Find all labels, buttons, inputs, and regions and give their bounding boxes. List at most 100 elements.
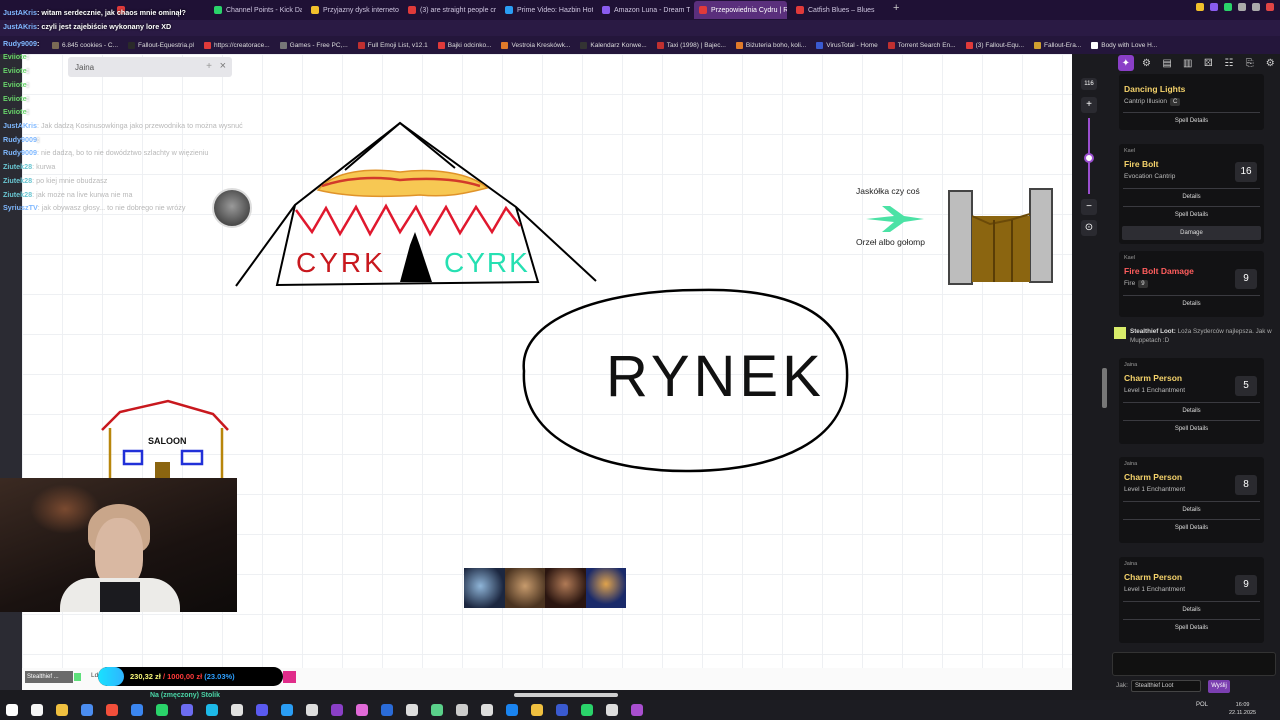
spell-card[interactable]: Jaina Charm Person Level 1 Enchantment 9 Det… xyxy=(1119,557,1264,643)
card-divider xyxy=(1123,601,1260,602)
spell-card[interactable]: Kael Fire Bolt Damage Fire 9 9 Details xyxy=(1119,251,1264,317)
app-icon[interactable] xyxy=(531,704,543,716)
app-icon[interactable] xyxy=(556,704,568,716)
language-indicator[interactable]: POL xyxy=(1196,702,1208,708)
share-icon[interactable]: ⎘ xyxy=(1242,55,1258,71)
spell-details-toggle[interactable]: Spell Details xyxy=(1119,212,1264,218)
card-divider xyxy=(1123,295,1260,296)
settings-icon[interactable]: ⚙ xyxy=(1139,55,1155,71)
chat-username[interactable]: Ziutek28 xyxy=(3,162,32,171)
jak-select[interactable]: Stealthief Loot xyxy=(1131,680,1201,692)
donation-end-cap xyxy=(283,671,296,683)
spell-details-toggle[interactable]: Spell Details xyxy=(1119,118,1264,124)
clock[interactable]: 16:09 22.11.2025 xyxy=(1229,701,1256,717)
spell-title: Fire Bolt Damage xyxy=(1124,266,1194,276)
portrait-2[interactable] xyxy=(504,568,545,608)
chat-username[interactable]: Eviiote xyxy=(3,80,27,89)
saloon-label: SALOON xyxy=(148,436,187,446)
spell-card[interactable]: Dancing Lights Cantrip Illusion C Spell Det… xyxy=(1119,74,1264,130)
chat-username[interactable]: Eviiote xyxy=(3,52,27,61)
message-input[interactable] xyxy=(1112,652,1276,676)
chat-message: Rudy9009: xyxy=(3,39,39,48)
chat-text: : czyli jest zajebiście wykonany lore XD xyxy=(36,22,172,31)
app-icon[interactable] xyxy=(131,704,143,716)
app-icon[interactable] xyxy=(481,704,493,716)
spell-card[interactable]: Jaina Charm Person Level 1 Enchantment 5 Det… xyxy=(1119,358,1264,444)
spell-details-toggle[interactable]: Spell Details xyxy=(1119,525,1264,531)
chat-username[interactable]: SyriuszTV xyxy=(3,203,38,212)
app-icon[interactable] xyxy=(606,704,618,716)
portrait-1[interactable] xyxy=(464,568,505,608)
chat-username[interactable]: Ziutek28 xyxy=(3,190,32,199)
spell-roll-value[interactable]: 9 xyxy=(1235,269,1257,289)
close-icon[interactable]: × xyxy=(220,60,226,72)
zoom-in-button[interactable]: + xyxy=(1081,97,1097,113)
damage-button[interactable]: Damage xyxy=(1122,226,1261,240)
vscode-icon[interactable] xyxy=(381,704,393,716)
player-avatar[interactable] xyxy=(212,188,252,228)
spell-roll-value[interactable]: 5 xyxy=(1235,376,1257,396)
spell-details-toggle[interactable]: Details xyxy=(1119,607,1264,613)
spell-roll-value[interactable]: 9 xyxy=(1235,575,1257,595)
canvas-search-pill[interactable]: Jaina + × xyxy=(68,57,232,77)
start-icon[interactable] xyxy=(6,704,18,716)
chat-icon[interactable]: ☷ xyxy=(1221,55,1237,71)
spell-roll-value[interactable]: 8 xyxy=(1235,475,1257,495)
search-icon[interactable] xyxy=(31,704,43,716)
portrait-3[interactable] xyxy=(545,568,586,608)
chat-username[interactable]: Eviiote xyxy=(3,66,27,75)
app-icon[interactable] xyxy=(306,704,318,716)
app-icon[interactable] xyxy=(456,704,468,716)
spell-details-toggle[interactable]: Details xyxy=(1119,194,1264,200)
app-icon[interactable] xyxy=(281,704,293,716)
add-icon[interactable]: + xyxy=(206,61,212,72)
chat-username[interactable]: JustAKris xyxy=(3,8,37,17)
discord-icon[interactable] xyxy=(181,704,193,716)
horizontal-scrollbar[interactable] xyxy=(514,693,618,697)
brave-icon[interactable] xyxy=(106,704,118,716)
sheet-icon[interactable]: ▥ xyxy=(1180,55,1196,71)
zoom-out-button[interactable]: − xyxy=(1081,199,1097,215)
app-icon[interactable] xyxy=(356,704,368,716)
file-explorer-icon[interactable] xyxy=(56,704,68,716)
spell-details-toggle[interactable]: Spell Details xyxy=(1119,426,1264,432)
app-icon[interactable] xyxy=(256,704,268,716)
spell-roll-value[interactable]: 16 xyxy=(1235,162,1257,182)
app-icon[interactable] xyxy=(506,704,518,716)
chat-username[interactable]: JustAKris xyxy=(3,121,37,130)
spell-badge: C xyxy=(1170,98,1181,106)
chat-username[interactable]: JustAKris xyxy=(3,22,37,31)
spell-card[interactable]: Jaina Charm Person Level 1 Enchantment 8 Det… xyxy=(1119,457,1264,543)
spell-details-toggle[interactable]: Details xyxy=(1119,301,1264,307)
chat-username[interactable]: Rudy9009 xyxy=(3,39,37,48)
chat-username[interactable]: Eviiote xyxy=(3,94,27,103)
spell-details-toggle[interactable]: Details xyxy=(1119,507,1264,513)
chat-username[interactable]: Rudy9009 xyxy=(3,135,37,144)
chat-username[interactable]: Eviiote xyxy=(3,107,27,116)
app-icon[interactable] xyxy=(231,704,243,716)
app-icon[interactable] xyxy=(631,704,643,716)
send-button[interactable]: Wyślij xyxy=(1208,680,1230,693)
gear-icon[interactable]: ⚙ xyxy=(1262,55,1278,71)
spells-icon[interactable]: ✦ xyxy=(1118,55,1134,71)
market-drawing: RYNEK xyxy=(522,288,849,473)
app-icon[interactable] xyxy=(431,704,443,716)
app-icon[interactable] xyxy=(581,704,593,716)
chat-username[interactable]: Ziutek28 xyxy=(3,176,32,185)
app-icon[interactable] xyxy=(406,704,418,716)
gate-drawing xyxy=(948,188,1053,285)
zoom-reset-button[interactable]: ⊙ xyxy=(1081,220,1097,236)
spell-details-toggle[interactable]: Spell Details xyxy=(1119,625,1264,631)
chat-username[interactable]: Rudy9009 xyxy=(3,148,37,157)
edge-icon[interactable] xyxy=(81,704,93,716)
skype-icon[interactable] xyxy=(206,704,218,716)
zoom-slider-handle[interactable] xyxy=(1084,152,1094,163)
notes-icon[interactable]: ▤ xyxy=(1159,55,1175,71)
spell-card[interactable]: Kael Fire Bolt Evocation Cantrip 16 Details S… xyxy=(1119,144,1264,244)
portrait-4[interactable] xyxy=(585,568,626,608)
spell-details-toggle[interactable]: Details xyxy=(1119,408,1264,414)
app-icon[interactable] xyxy=(331,704,343,716)
spotify-icon[interactable] xyxy=(156,704,168,716)
vertical-scrollbar[interactable] xyxy=(1102,368,1107,408)
dice-icon[interactable]: ⚄ xyxy=(1201,55,1217,71)
